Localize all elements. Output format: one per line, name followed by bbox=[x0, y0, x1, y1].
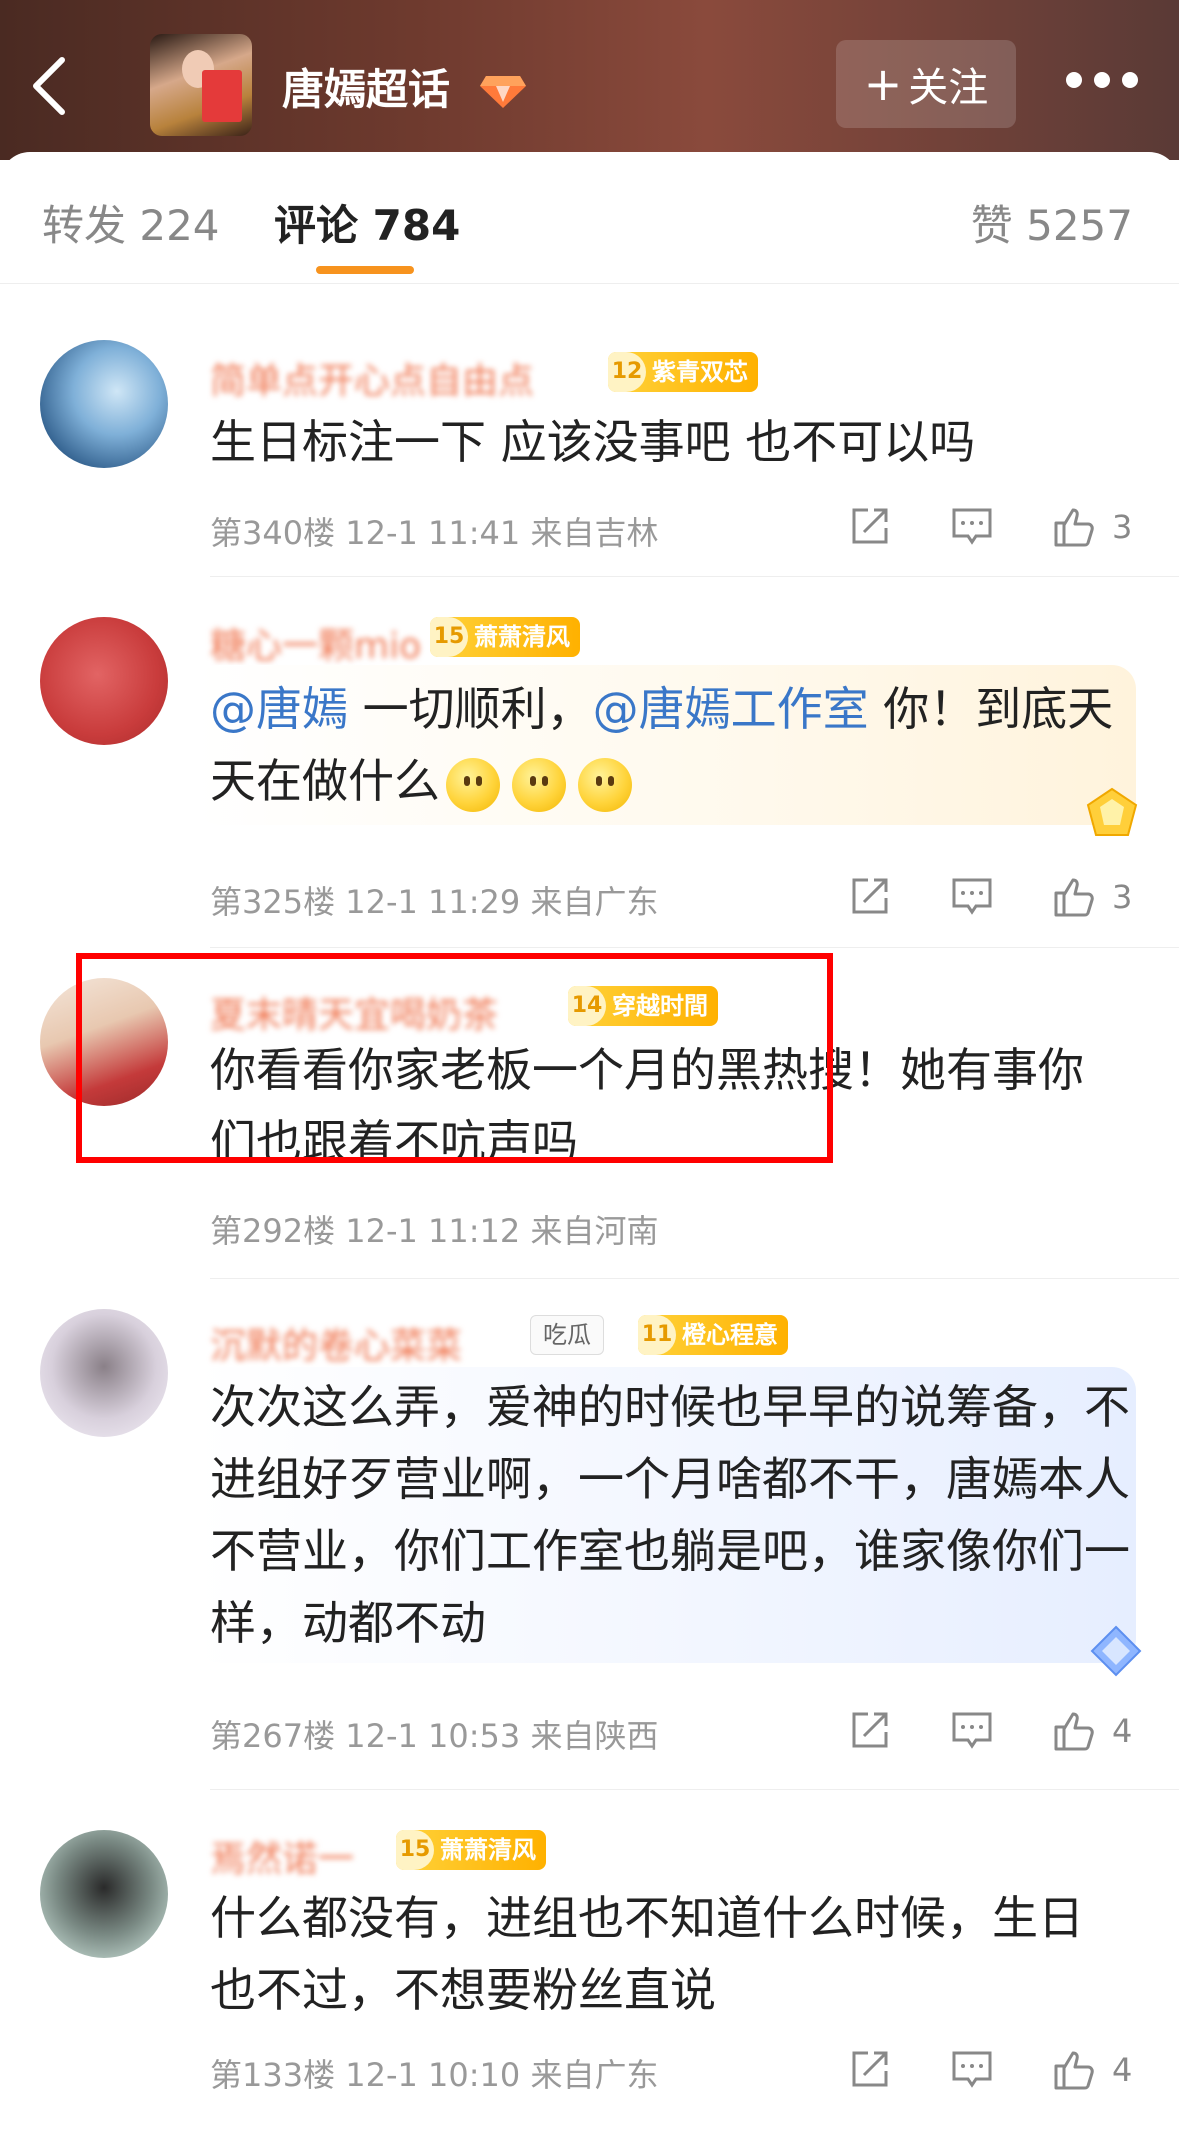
like-button[interactable]: 4 bbox=[1050, 2045, 1132, 2095]
comment-item: 糖心一颗mio 15 萧萧清风 @唐嫣 一切顺利，@唐嫣工作室 你！到底天天在做… bbox=[0, 577, 1179, 947]
comment-actions: 4 bbox=[846, 1706, 1146, 1756]
tab-active-indicator bbox=[316, 266, 414, 274]
smile-emoji-icon bbox=[512, 757, 566, 812]
follow-label: 关注 bbox=[908, 65, 989, 111]
more-options-icon[interactable] bbox=[1066, 72, 1138, 92]
back-arrow-icon[interactable] bbox=[22, 46, 82, 126]
smile-emoji-icon bbox=[578, 757, 632, 812]
reply-icon[interactable] bbox=[948, 1706, 996, 1756]
comment-meta: 第133楼 12-1 10:10 来自广东 bbox=[210, 2056, 659, 2094]
topic-avatar[interactable] bbox=[150, 34, 252, 136]
smile-emoji-icon bbox=[446, 757, 500, 812]
comment-meta: 第267楼 12-1 10:53 来自陕西 bbox=[210, 1717, 659, 1755]
comment-item: 简单点开心点自由点 12 紫青双芯 生日标注一下 应该没事吧 也不可以吗 第34… bbox=[0, 300, 1179, 565]
tab-like[interactable]: 赞 5257 bbox=[971, 192, 1133, 253]
top-bar: 唐嫣超话 + 关注 bbox=[0, 0, 1179, 160]
plus-icon: + bbox=[863, 57, 903, 111]
thumbs-up-icon bbox=[1054, 1712, 1094, 1751]
mention-link[interactable]: @唐嫣 bbox=[210, 682, 348, 736]
username[interactable]: 简单点开心点自由点 bbox=[210, 352, 534, 404]
comment-text: @唐嫣 一切顺利，@唐嫣工作室 你！到底天天在做什么 bbox=[210, 673, 1130, 817]
like-count: 3 bbox=[1112, 508, 1133, 546]
comment-text: 生日标注一下 应该没事吧 也不可以吗 bbox=[210, 415, 976, 469]
thumbs-up-icon bbox=[1054, 2051, 1094, 2090]
username[interactable]: 焉然诺一 bbox=[210, 1830, 354, 1882]
tab-comment[interactable]: 评论 784 bbox=[274, 192, 460, 253]
username[interactable]: 糖心一颗mio bbox=[210, 617, 421, 669]
thumbs-up-icon bbox=[1054, 878, 1094, 917]
avatar[interactable] bbox=[40, 1309, 168, 1437]
diamond-bubble-icon bbox=[1088, 1623, 1144, 1679]
avatar[interactable] bbox=[40, 617, 168, 745]
reply-icon[interactable] bbox=[948, 502, 996, 552]
comment-meta: 第325楼 12-1 11:29 来自广东 bbox=[210, 883, 659, 921]
comment-meta: 第292楼 12-1 11:12 来自河南 bbox=[210, 1212, 659, 1250]
thumbs-up-icon bbox=[1054, 508, 1094, 547]
avatar[interactable] bbox=[40, 340, 168, 468]
share-icon[interactable] bbox=[846, 1706, 894, 1756]
comment-item: 沉默的卷心菜菜 吃瓜 11 橙心程意 次次这么弄，爱神的时候也早早的说筹备，不进… bbox=[0, 1279, 1179, 1789]
fan-badge: 15 萧萧清风 bbox=[430, 617, 580, 657]
share-icon[interactable] bbox=[846, 502, 894, 552]
like-button[interactable]: 3 bbox=[1050, 872, 1132, 922]
share-icon[interactable] bbox=[846, 872, 894, 922]
tag-badge: 吃瓜 bbox=[530, 1315, 604, 1355]
comment-text: 什么都没有，进组也不知道什么时候，生日也不过，不想要粉丝直说 bbox=[210, 1891, 1084, 2017]
comment-actions: 4 bbox=[846, 2045, 1146, 2095]
fan-badge: 12 紫青双芯 bbox=[608, 352, 758, 392]
reply-icon[interactable] bbox=[948, 2045, 996, 2095]
like-button[interactable]: 4 bbox=[1050, 1706, 1132, 1756]
tab-repost[interactable]: 转发 224 bbox=[42, 192, 220, 253]
annotation-highlight-box bbox=[76, 953, 833, 1163]
like-count: 4 bbox=[1112, 1712, 1133, 1750]
username[interactable]: 沉默的卷心菜菜 bbox=[210, 1317, 462, 1369]
fan-badge: 11 橙心程意 bbox=[638, 1315, 788, 1355]
like-button[interactable]: 3 bbox=[1050, 502, 1132, 552]
mention-link[interactable]: @唐嫣工作室 bbox=[593, 682, 869, 736]
gold-bubble-icon bbox=[1084, 785, 1140, 841]
fan-badge: 15 萧萧清风 bbox=[396, 1830, 546, 1870]
like-count: 4 bbox=[1112, 2051, 1133, 2089]
super-topic-gem-icon bbox=[478, 66, 528, 110]
tab-bar: 转发 224 评论 784 赞 5257 bbox=[0, 152, 1179, 284]
topic-title[interactable]: 唐嫣超话 bbox=[282, 56, 450, 117]
comment-meta: 第340楼 12-1 11:41 来自吉林 bbox=[210, 514, 659, 552]
avatar[interactable] bbox=[40, 1830, 168, 1958]
like-count: 3 bbox=[1112, 878, 1133, 916]
comment-actions: 3 bbox=[846, 872, 1146, 922]
reply-icon[interactable] bbox=[948, 872, 996, 922]
comment-actions: 3 bbox=[846, 502, 1146, 552]
follow-button[interactable]: + 关注 bbox=[836, 40, 1016, 128]
share-icon[interactable] bbox=[846, 2045, 894, 2095]
comment-item: 焉然诺一 15 萧萧清风 什么都没有，进组也不知道什么时候，生日也不过，不想要粉… bbox=[0, 1790, 1179, 2130]
comment-text: 次次这么弄，爱神的时候也早早的说筹备，不进组好歹营业啊，一个月啥都不干，唐嫣本人… bbox=[210, 1380, 1130, 1650]
